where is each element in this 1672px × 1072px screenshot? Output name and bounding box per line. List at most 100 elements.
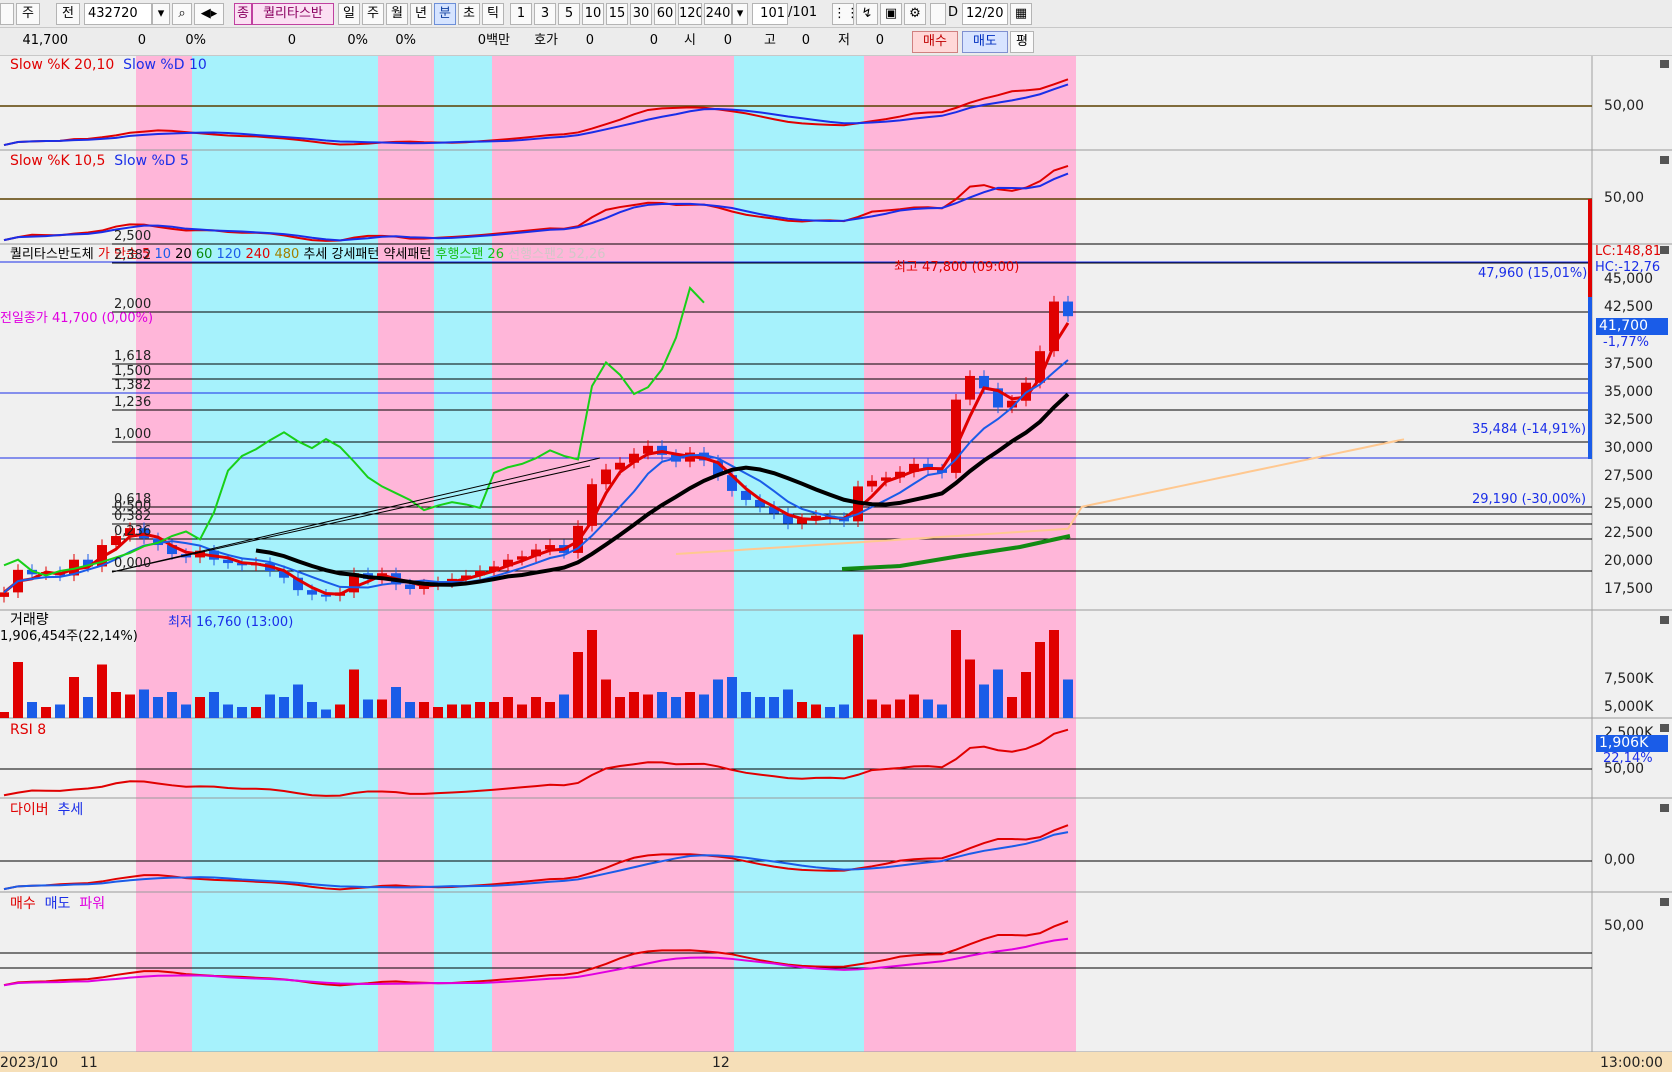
interval-month[interactable]: 월 xyxy=(386,3,408,25)
interval-minute[interactable]: 분 xyxy=(434,3,456,25)
volume-bar-55 xyxy=(769,697,779,718)
ma-10: 10 xyxy=(154,247,171,262)
quote-bar: 41,700 0 0% 0 0% 0% 0백만 호가 0 0 시 0 고 0 저… xyxy=(0,28,1672,56)
interval-day[interactable]: 일 xyxy=(338,3,360,25)
mult-3[interactable]: 3 xyxy=(534,3,556,25)
volume-bar-41 xyxy=(573,652,583,718)
high-label: 고 xyxy=(764,33,776,48)
interval-week[interactable]: 주 xyxy=(362,3,384,25)
volume-bar-62 xyxy=(867,699,877,718)
volume-bar-68 xyxy=(951,630,961,718)
volume-bar-24 xyxy=(335,704,345,718)
mult-1[interactable]: 1 xyxy=(510,3,532,25)
search-icon[interactable]: ⌕ xyxy=(172,3,192,25)
volume-bar-65 xyxy=(909,694,919,718)
volume-bar-43 xyxy=(601,679,611,718)
volume-bar-11 xyxy=(153,697,163,718)
mult-60[interactable]: 60 xyxy=(654,3,676,25)
stock-code-input[interactable]: 432720 xyxy=(84,3,152,25)
volume-bar-14 xyxy=(195,697,205,718)
volume-bar-15 xyxy=(209,692,219,718)
volume-bar-75 xyxy=(1049,630,1059,718)
volume-bar-70 xyxy=(979,684,989,718)
interval-tick[interactable]: 틱 xyxy=(482,3,504,25)
low-note: 최저 16,760 (13:00) xyxy=(168,615,294,630)
prev-button[interactable]: 전 xyxy=(56,3,80,25)
volume-bar-54 xyxy=(755,697,765,718)
d-checkbox[interactable] xyxy=(930,3,946,25)
chart-area[interactable]: Slow %K 20,10 Slow %D 10 Slow %K 10,5 Sl… xyxy=(0,56,1672,1072)
volume-bar-18 xyxy=(251,707,261,718)
volume-bar-23 xyxy=(321,709,331,718)
mult-5[interactable]: 5 xyxy=(558,3,580,25)
link-icon[interactable]: ⋮⋮ xyxy=(832,3,854,25)
power-sell-label: 매도 xyxy=(44,896,71,912)
power-buy-label: 매수 xyxy=(10,896,36,912)
fib-label-4: 1,500 xyxy=(114,364,152,379)
volume-bar-16 xyxy=(223,704,233,718)
interval-second[interactable]: 초 xyxy=(458,3,480,25)
avg-button[interactable]: 평 xyxy=(1010,31,1034,53)
mult-120[interactable]: 120 xyxy=(678,3,702,25)
rsi-title: RSI 8 xyxy=(10,722,47,738)
date-input[interactable]: 12/20 xyxy=(962,3,1008,25)
volume-bar-64 xyxy=(895,699,905,718)
hoga-label: 호가 xyxy=(534,33,558,48)
mult-30[interactable]: 30 xyxy=(630,3,652,25)
mult-240[interactable]: 240 xyxy=(704,3,732,25)
volume-bar-74 xyxy=(1035,642,1045,718)
time-label-2023-10: 2023/10 xyxy=(0,1055,59,1071)
interval-year[interactable]: 년 xyxy=(410,3,432,25)
speaker-icon[interactable]: ◀▸ xyxy=(194,3,224,25)
volume-bar-25 xyxy=(349,669,359,718)
lower-target-label: 29,190 (-30,00%) xyxy=(1472,492,1587,507)
low-label: 저 xyxy=(838,33,850,48)
d-label: D xyxy=(948,5,959,20)
gear-icon[interactable]: ⚙ xyxy=(904,3,926,25)
buy-button[interactable]: 매수 xyxy=(912,31,958,53)
slow2-title: Slow %K 10,5 Slow %D 5 xyxy=(10,153,189,169)
volume-bar-45 xyxy=(629,692,639,718)
code-dropdown-icon[interactable]: ▾ xyxy=(152,3,170,25)
volume-bar-26 xyxy=(363,699,373,718)
mult-dropdown-icon[interactable]: ▾ xyxy=(732,3,748,25)
period-type-button[interactable]: 주 xyxy=(16,3,40,25)
save-icon[interactable]: ▣ xyxy=(880,3,902,25)
volume-bar-1 xyxy=(13,662,23,718)
chart-plot[interactable] xyxy=(0,56,1672,1072)
diver-level: 0,00 xyxy=(1604,852,1636,868)
mult-10[interactable]: 10 xyxy=(582,3,604,25)
candle-62 xyxy=(867,480,877,487)
ma-480: 480 xyxy=(274,247,300,262)
sell-button[interactable]: 매도 xyxy=(962,31,1008,53)
pattern-label: 추세 xyxy=(303,247,328,262)
candle-43 xyxy=(601,469,611,485)
current-price-tag: 41,700 xyxy=(1596,318,1668,335)
stock-type-badge: 종 xyxy=(234,3,252,25)
volume-bar-38 xyxy=(531,697,541,718)
stock-name-field[interactable]: 퀄리타스반 xyxy=(252,3,334,25)
volume-bar-52 xyxy=(727,677,737,718)
volume-bar-30 xyxy=(419,702,429,718)
lead-span-label: 선행스팬2 52,26 xyxy=(508,247,606,262)
ma-60: 60 xyxy=(195,247,213,262)
candle-22 xyxy=(307,590,317,595)
volume-bar-9 xyxy=(125,694,135,718)
volume-bar-29 xyxy=(405,702,415,718)
lag-span-label: 후행스팬 26 xyxy=(435,247,504,262)
count-input[interactable]: 101 xyxy=(752,3,788,25)
volume-bar-19 xyxy=(265,694,275,718)
volume-bar-37 xyxy=(517,704,527,718)
calendar-icon[interactable]: ▦ xyxy=(1010,3,1032,25)
volume-bar-42 xyxy=(587,630,597,718)
quote-change-pct: 0% xyxy=(185,33,206,48)
volume-title: 거래량 xyxy=(10,612,49,628)
volume-bar-51 xyxy=(713,679,723,718)
window-menu-button[interactable] xyxy=(0,3,14,25)
upper-target-label: 47,960 (15,01%) xyxy=(1478,266,1588,281)
mult-15[interactable]: 15 xyxy=(606,3,628,25)
time-label-12: 12 xyxy=(712,1055,730,1071)
fib-label-1: 2,382 xyxy=(114,248,152,263)
volume-bar-69 xyxy=(965,659,975,718)
chart-tool-icon[interactable]: ↯ xyxy=(856,3,878,25)
